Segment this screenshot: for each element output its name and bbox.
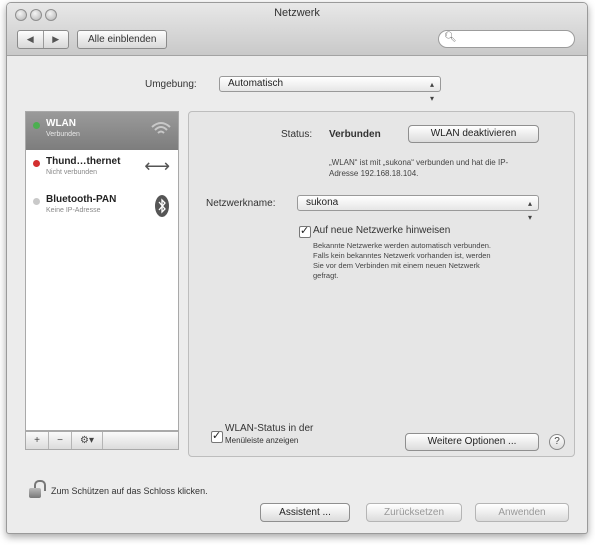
network-preferences-window: Netzwerk ◀ ▶ Alle einblenden 🔍︎ Umgebung… xyxy=(6,2,588,534)
location-label: Umgebung: xyxy=(145,79,197,90)
wifi-icon xyxy=(151,122,171,134)
gear-menu-button[interactable]: ⚙▾ xyxy=(72,432,103,449)
service-status: Verbunden xyxy=(46,131,80,138)
search-field[interactable]: 🔍︎ xyxy=(438,30,575,48)
status-dot xyxy=(33,198,40,205)
wlan-detail-panel: Status: Verbunden WLAN deaktivieren „WLA… xyxy=(188,111,575,457)
location-value: Automatisch xyxy=(228,78,284,89)
revert-button[interactable]: Zurücksetzen xyxy=(366,503,462,522)
status-info: „WLAN“ ist mit „sukona“ verbunden und ha… xyxy=(329,158,509,178)
help-button[interactable]: ? xyxy=(549,434,565,450)
back-forward-control: ◀ ▶ xyxy=(17,30,69,49)
titlebar: Netzwerk ◀ ▶ Alle einblenden 🔍︎ xyxy=(7,3,587,56)
ask-new-networks-label: Auf neue Netzwerke hinweisen xyxy=(313,225,451,236)
service-name: Thund…thernet xyxy=(46,156,121,167)
status-dot xyxy=(33,122,40,129)
ask-new-networks-info: Bekannte Netzwerke werden automatisch ve… xyxy=(313,241,492,280)
location-popup[interactable]: Automatisch ▴ ▾ xyxy=(219,76,441,103)
network-name-value: sukona xyxy=(306,197,339,208)
add-service-button[interactable]: + xyxy=(26,432,49,449)
service-name: Bluetooth-PAN xyxy=(46,194,117,205)
service-item-wlan[interactable]: WLAN Verbunden xyxy=(26,112,178,150)
network-name-label: Netzwerkname: xyxy=(206,198,276,209)
service-item-thunderbolt-ethernet[interactable]: Thund…thernet Nicht verbunden ⟷ xyxy=(26,150,178,188)
service-status: Keine IP-Adresse xyxy=(46,207,101,214)
lock-icon[interactable] xyxy=(29,480,46,498)
network-name-popup[interactable]: sukona ▴ ▾ xyxy=(297,195,539,222)
toggle-wlan-button[interactable]: WLAN deaktivieren xyxy=(408,125,539,143)
show-wlan-status-label: WLAN-Status in der Menüleiste anzeigen xyxy=(225,423,314,445)
service-list: WLAN Verbunden Thund…thernet Nicht verbu… xyxy=(25,111,179,431)
service-item-bluetooth-pan[interactable]: Bluetooth-PAN Keine IP-Adresse xyxy=(26,188,178,226)
service-status: Nicht verbunden xyxy=(46,169,97,176)
status-value: Verbunden xyxy=(329,129,381,140)
forward-button[interactable]: ▶ xyxy=(42,31,69,48)
apply-button[interactable]: Anwenden xyxy=(475,503,569,522)
show-wlan-status-checkbox[interactable] xyxy=(211,429,223,443)
ethernet-arrows-icon: ⟷ xyxy=(144,156,170,176)
advanced-options-button[interactable]: Weitere Optionen ... xyxy=(405,433,539,451)
popup-arrows-icon: ▴ ▾ xyxy=(527,199,532,222)
remove-service-button[interactable]: − xyxy=(49,432,72,449)
magnifier-icon: 🔍︎ xyxy=(444,32,457,43)
show-all-button[interactable]: Alle einblenden xyxy=(77,30,168,49)
assistant-button[interactable]: Assistent ... xyxy=(260,503,350,522)
window-title: Netzwerk xyxy=(274,7,320,19)
status-label: Status: xyxy=(281,129,313,140)
bluetooth-icon xyxy=(155,195,169,217)
status-dot xyxy=(33,160,40,167)
ask-new-networks-checkbox[interactable] xyxy=(299,224,311,238)
popup-arrows-icon: ▴ ▾ xyxy=(429,80,434,103)
back-button[interactable]: ◀ xyxy=(18,31,43,48)
service-list-actions: + − ⚙▾ xyxy=(25,431,179,450)
lock-hint: Zum Schützen auf das Schloss klicken. xyxy=(51,486,208,496)
service-name: WLAN xyxy=(46,118,76,129)
